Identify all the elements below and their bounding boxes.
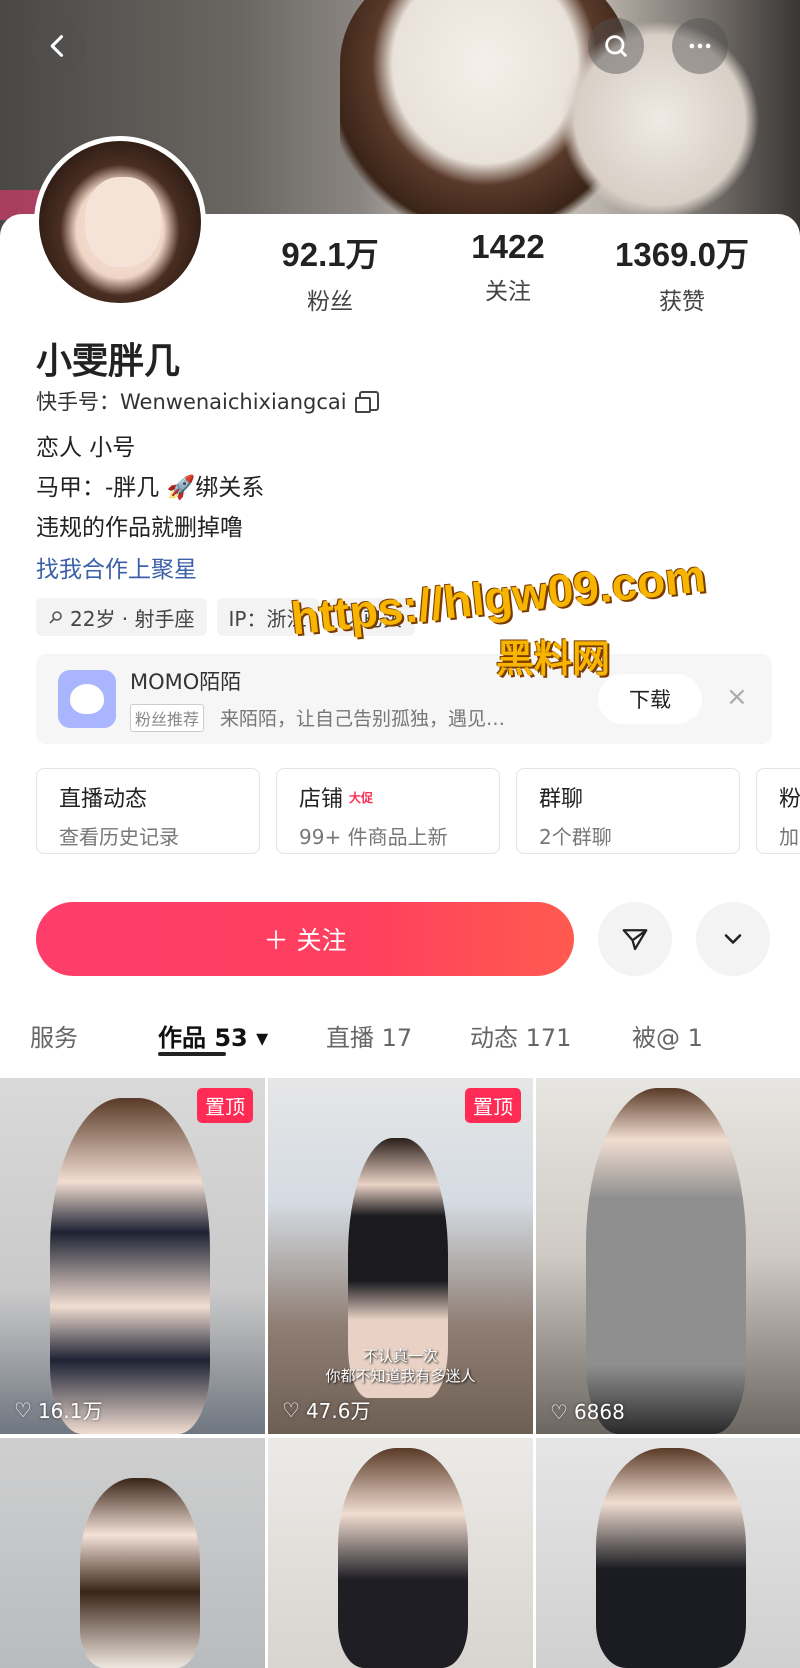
quick-group-chat[interactable]: 群聊 2个群聊 — [516, 768, 740, 854]
cooperation-link[interactable]: 找我合作上聚星 — [36, 550, 197, 584]
video-thumbnail[interactable]: ♡ 6868 — [536, 1078, 800, 1434]
tab-services[interactable]: 服务 — [30, 1018, 78, 1053]
heart-icon: ♡ — [550, 1400, 568, 1424]
heart-icon: ♡ — [14, 1397, 32, 1422]
chevron-down-icon — [724, 934, 742, 944]
download-button[interactable]: 下载 — [598, 674, 702, 724]
promo-badge: 大促 — [349, 790, 374, 805]
more-dots-icon — [689, 43, 711, 49]
bio-line: 违规的作品就删掉噜 — [36, 515, 243, 541]
content-tabs: 服务 作品 53 ▾ 直播 17 动态 171 被@ 1 — [0, 1018, 800, 1068]
copy-icon[interactable] — [354, 391, 379, 413]
person-search-icon — [49, 611, 62, 624]
avatar[interactable] — [34, 136, 206, 308]
ad-title: MOMO陌陌 — [130, 670, 242, 694]
quick-fan-group[interactable]: 粉 加 — [756, 768, 800, 854]
bio-line: 恋人 小号 — [36, 435, 136, 461]
search-button[interactable] — [588, 18, 644, 74]
tab-works[interactable]: 作品 53 ▾ — [158, 1018, 268, 1053]
video-thumbnail[interactable] — [536, 1438, 800, 1668]
back-button[interactable] — [30, 18, 86, 74]
tab-moments[interactable]: 动态 171 — [470, 1018, 571, 1053]
video-thumbnail[interactable]: 置顶 不认真一次 你都不知道我有多迷人 ♡ 47.6万 — [268, 1078, 533, 1434]
ad-banner[interactable]: MOMO陌陌 粉丝推荐 来陌陌，让自己告别孤独，遇见… 下载 × — [36, 654, 772, 744]
quick-shop[interactable]: 店铺 大促 99+ 件商品上新 — [276, 768, 500, 854]
profile-name: 小雯胖几 — [36, 341, 181, 382]
like-count: ♡ 47.6万 — [282, 1397, 371, 1424]
more-button[interactable] — [672, 18, 728, 74]
video-thumbnail[interactable] — [0, 1438, 265, 1668]
stat-value: 1422 — [471, 228, 545, 265]
heart-icon: ♡ — [282, 1397, 300, 1422]
tab-live[interactable]: 直播 17 — [326, 1018, 412, 1053]
momo-logo-icon — [58, 670, 116, 728]
stat-label: 关注 — [485, 279, 531, 305]
like-count: ♡ 6868 — [550, 1400, 625, 1424]
close-icon[interactable]: × — [726, 682, 748, 712]
stat-following[interactable]: 1422 关注 — [448, 228, 568, 306]
stat-fans[interactable]: 92.1万 粉丝 — [270, 228, 390, 316]
video-thumbnail[interactable] — [268, 1438, 533, 1668]
bio-line: 马甲：-胖几 🚀绑关系 — [36, 475, 265, 501]
more-options-button[interactable] — [696, 902, 770, 976]
chevron-left-icon — [50, 35, 64, 57]
search-icon — [605, 35, 627, 57]
age-tag: 22岁 · 射手座 — [36, 598, 207, 636]
ad-badge: 粉丝推荐 — [130, 704, 205, 732]
video-thumbnail[interactable]: 置顶 ♡ 16.1万 — [0, 1078, 265, 1434]
tab-mentions[interactable]: 被@ 1 — [632, 1018, 703, 1053]
stat-value: 92.1万 — [281, 236, 379, 273]
like-count: ♡ 16.1万 — [14, 1397, 103, 1424]
send-icon — [622, 929, 648, 951]
quick-live-history[interactable]: 直播动态 查看历史记录 — [36, 768, 260, 854]
stat-value: 1369.0万 — [615, 236, 749, 273]
user-id: 快手号：Wenwenaichixiangcai — [36, 386, 379, 416]
follow-button[interactable]: ＋ 关注 — [36, 902, 574, 976]
ad-description: 来陌陌，让自己告别孤独，遇见… — [220, 708, 506, 730]
share-button[interactable] — [598, 902, 672, 976]
pinned-badge: 置顶 — [465, 1088, 521, 1123]
stat-likes[interactable]: 1369.0万 获赞 — [600, 228, 764, 316]
stat-label: 粉丝 — [307, 289, 353, 315]
tab-indicator — [158, 1052, 226, 1056]
video-caption: 不认真一次 你都不知道我有多迷人 — [325, 1347, 476, 1385]
pinned-badge: 置顶 — [197, 1088, 253, 1123]
watermark-name: 黑料网 — [496, 639, 611, 681]
stat-label: 获赞 — [659, 289, 705, 315]
user-id-text: 快手号：Wenwenaichixiangcai — [36, 390, 347, 414]
